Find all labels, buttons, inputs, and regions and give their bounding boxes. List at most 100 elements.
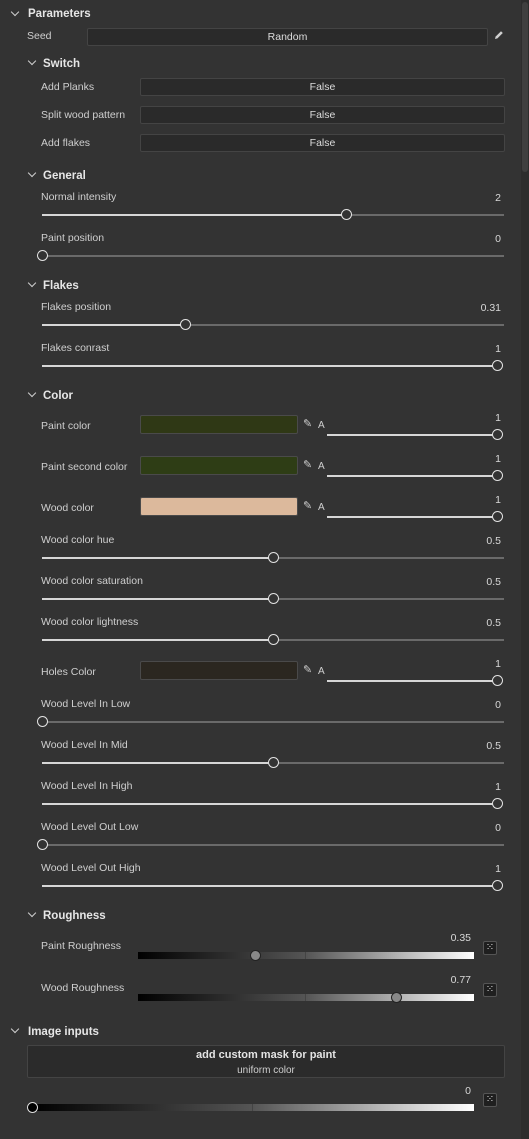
- alpha-label: A: [318, 502, 325, 513]
- split-wood-pattern-dropdown[interactable]: False: [140, 106, 505, 124]
- eyedropper-icon[interactable]: ✎: [303, 663, 312, 676]
- add-flakes-label: Add flakes: [41, 137, 91, 149]
- wood-level-out-high-label: Wood Level Out High: [41, 862, 141, 874]
- paint-position-slider[interactable]: [36, 250, 504, 261]
- custom-mask-input[interactable]: add custom mask for paint uniform color: [27, 1045, 505, 1078]
- slider-handle[interactable]: [267, 757, 279, 768]
- wood-color-hue-slider[interactable]: [42, 552, 504, 563]
- slider-handle[interactable]: [341, 209, 353, 220]
- paint-second-color-alpha-slider[interactable]: [327, 470, 503, 481]
- slider-handle[interactable]: [491, 511, 503, 522]
- dice-icon[interactable]: ⁙: [483, 1093, 497, 1107]
- roughness-collapse-icon[interactable]: [27, 908, 37, 918]
- paint-second-color-alpha-value: 1: [495, 453, 501, 465]
- normal-intensity-value: 2: [495, 192, 501, 204]
- slider-handle[interactable]: [491, 360, 503, 371]
- slider-handle[interactable]: [491, 429, 503, 440]
- general-collapse-icon[interactable]: [27, 168, 37, 178]
- slider-handle[interactable]: [391, 992, 403, 1003]
- slider-handle[interactable]: [267, 593, 279, 604]
- slider-handle[interactable]: [179, 319, 191, 330]
- wood-level-in-high-slider[interactable]: [42, 798, 503, 809]
- flakes-contrast-label: Flakes conrast: [41, 342, 110, 354]
- wood-roughness-gradient-slider[interactable]: [138, 992, 474, 1003]
- slider-handle[interactable]: [491, 798, 503, 809]
- flakes-contrast-slider[interactable]: [42, 360, 503, 371]
- slider-handle[interactable]: [250, 950, 262, 961]
- wood-level-in-mid-label: Wood Level In Mid: [41, 739, 128, 751]
- paint-second-color-label: Paint second color: [41, 461, 128, 473]
- add-planks-dropdown[interactable]: False: [140, 78, 505, 96]
- flakes-position-slider[interactable]: [42, 319, 504, 330]
- image-input-value: 0: [465, 1085, 471, 1097]
- eyedropper-icon[interactable]: ✎: [303, 417, 312, 430]
- parameters-collapse-icon[interactable]: [10, 7, 20, 17]
- holes-color-swatch[interactable]: [140, 661, 298, 680]
- wood-color-lightness-label: Wood color lightness: [41, 616, 139, 628]
- flakes-position-value: 0.31: [480, 302, 501, 314]
- parameters-title: Parameters: [28, 8, 91, 20]
- dice-icon[interactable]: ⁙: [483, 983, 497, 997]
- image-input-gradient-slider[interactable]: [26, 1102, 474, 1113]
- paint-position-label: Paint position: [41, 232, 105, 244]
- slider-handle[interactable]: [267, 552, 279, 563]
- switch-collapse-icon[interactable]: [27, 56, 37, 66]
- slider-fill: [327, 475, 497, 477]
- wood-color-lightness-slider[interactable]: [42, 634, 504, 645]
- panel-scrollbar[interactable]: [521, 0, 529, 1139]
- flakes-collapse-icon[interactable]: [27, 278, 37, 288]
- wood-level-out-high-slider[interactable]: [42, 880, 503, 891]
- alpha-label: A: [318, 666, 325, 677]
- custom-mask-subtitle: uniform color: [237, 1065, 295, 1076]
- color-title: Color: [43, 390, 74, 402]
- paint-roughness-gradient-slider[interactable]: [138, 950, 474, 961]
- wood-color-saturation-slider[interactable]: [42, 593, 504, 604]
- wood-color-lightness-value: 0.5: [486, 617, 501, 629]
- seed-random-button[interactable]: Random: [87, 28, 488, 46]
- wood-level-in-low-slider[interactable]: [36, 716, 504, 727]
- eyedropper-icon[interactable]: ✎: [303, 499, 312, 512]
- wood-color-swatch[interactable]: [140, 497, 298, 516]
- slider-fill: [42, 762, 273, 764]
- slider-handle[interactable]: [36, 250, 48, 261]
- slider-fill: [42, 885, 497, 887]
- normal-intensity-slider[interactable]: [42, 209, 504, 220]
- wood-roughness-label: Wood Roughness: [41, 982, 125, 994]
- slider-handle[interactable]: [36, 839, 48, 850]
- add-flakes-dropdown[interactable]: False: [140, 134, 505, 152]
- slider-handle[interactable]: [267, 634, 279, 645]
- paint-color-swatch[interactable]: [140, 415, 298, 434]
- wood-level-in-mid-value: 0.5: [486, 740, 501, 752]
- switch-title: Switch: [43, 58, 81, 70]
- slider-handle[interactable]: [26, 1102, 38, 1113]
- wood-color-alpha-slider[interactable]: [327, 511, 503, 522]
- paint-second-color-swatch[interactable]: [140, 456, 298, 475]
- dice-icon[interactable]: ⁙: [483, 941, 497, 955]
- color-collapse-icon[interactable]: [27, 388, 37, 398]
- slider-handle[interactable]: [491, 880, 503, 891]
- paint-color-label: Paint color: [41, 420, 91, 432]
- normal-intensity-label: Normal intensity: [41, 191, 117, 203]
- slider-fill: [327, 516, 497, 518]
- slider-handle[interactable]: [36, 716, 48, 727]
- wood-level-out-low-label: Wood Level Out Low: [41, 821, 139, 833]
- custom-mask-title: add custom mask for paint: [196, 1049, 336, 1061]
- slider-handle[interactable]: [491, 675, 503, 686]
- scrollbar-thumb[interactable]: [522, 2, 528, 172]
- wood-level-out-low-slider[interactable]: [36, 839, 504, 850]
- wood-color-hue-value: 0.5: [486, 535, 501, 547]
- holes-color-alpha-value: 1: [495, 658, 501, 670]
- paint-color-alpha-slider[interactable]: [327, 429, 503, 440]
- holes-color-alpha-slider[interactable]: [327, 675, 503, 686]
- slider-fill: [42, 214, 347, 216]
- split-wood-pattern-label: Split wood pattern: [41, 109, 126, 121]
- pencil-icon[interactable]: [493, 29, 505, 41]
- general-title: General: [43, 170, 86, 182]
- image-inputs-collapse-icon[interactable]: [10, 1024, 20, 1034]
- slider-fill: [42, 803, 497, 805]
- holes-color-label: Holes Color: [41, 666, 96, 678]
- wood-level-in-mid-slider[interactable]: [42, 757, 504, 768]
- eyedropper-icon[interactable]: ✎: [303, 458, 312, 471]
- wood-level-out-high-value: 1: [495, 863, 501, 875]
- slider-handle[interactable]: [491, 470, 503, 481]
